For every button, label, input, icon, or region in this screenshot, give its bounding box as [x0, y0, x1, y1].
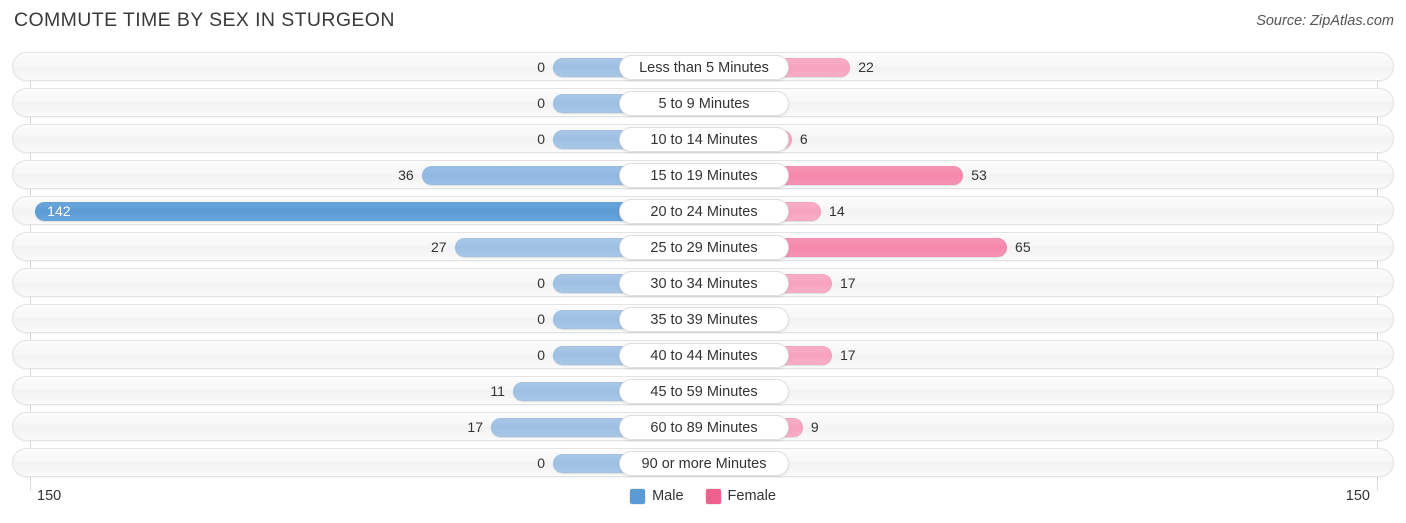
bar-value-female: 22 [858, 59, 874, 75]
bar-row[interactable]: 36 53 15 to 19 Minutes [12, 160, 1394, 189]
category-label: 25 to 29 Minutes [619, 235, 789, 260]
bar-value-female: 9 [810, 419, 819, 435]
bar-layer: 0 22 Less than 5 Minutes [13, 53, 1395, 82]
category-label: 35 to 39 Minutes [619, 307, 789, 332]
bar-value-male: 0 [537, 347, 545, 363]
bar-value-female: 6 [799, 131, 808, 147]
bar-layer: 36 53 15 to 19 Minutes [13, 161, 1395, 190]
category-label: 20 to 24 Minutes [619, 199, 789, 224]
bar-value-female: 65 [1015, 239, 1031, 255]
bar-row[interactable]: 11045 to 59 Minutes [12, 376, 1394, 405]
bar-value-female: 14 [829, 203, 845, 219]
bar-value-male: 0 [537, 95, 545, 111]
bar-row[interactable]: 17 9 60 to 89 Minutes [12, 412, 1394, 441]
bar-value-male: 0 [537, 59, 545, 75]
category-label: 10 to 14 Minutes [619, 127, 789, 152]
bar-male[interactable] [35, 202, 704, 221]
bar-row[interactable]: 0 17 40 to 44 Minutes [12, 340, 1394, 369]
bar-value-male: 36 [398, 167, 414, 183]
bar-value-female: 17 [839, 275, 856, 291]
bar-layer: 142 14 20 to 24 Minutes [13, 197, 1395, 226]
bar-layer: 0090 or more Minutes [13, 449, 1395, 478]
bar-value-male: 142 [47, 203, 71, 219]
bar-value-male: 27 [430, 239, 447, 255]
bar-layer: 0 6 10 to 14 Minutes [13, 125, 1395, 154]
bar-row[interactable]: 0 22 Less than 5 Minutes [12, 52, 1394, 81]
category-label: 40 to 44 Minutes [619, 343, 789, 368]
page-title: COMMUTE TIME BY SEX IN STURGEON [14, 9, 395, 31]
bar-row[interactable]: 27 65 25 to 29 Minutes [12, 232, 1394, 261]
legend-swatch-male-icon [630, 488, 646, 504]
category-label: 5 to 9 Minutes [619, 91, 789, 116]
category-label: 30 to 34 Minutes [619, 271, 789, 296]
bar-layer: 27 65 25 to 29 Minutes [13, 233, 1395, 262]
bar-value-male: 11 [490, 383, 505, 399]
chart-container: COMMUTE TIME BY SEX IN STURGEON Source: … [0, 0, 1406, 523]
bar-value-male: 17 [467, 419, 483, 435]
bar-value-male: 0 [537, 455, 545, 471]
legend: Male Female [0, 488, 1406, 504]
category-label: 45 to 59 Minutes [619, 379, 789, 404]
legend-label-male: Male [652, 488, 684, 504]
bar-row-list: 0 22 Less than 5 Minutes 0 0 5 to 9 Minutes 0 6… [12, 52, 1394, 484]
category-label: Less than 5 Minutes [619, 55, 789, 80]
category-label: 90 or more Minutes [619, 451, 789, 476]
bar-row[interactable]: 0 6 10 to 14 Minutes [12, 124, 1394, 153]
bar-row[interactable]: 0 17 30 to 34 Minutes [12, 268, 1394, 297]
bar-row[interactable]: 0090 or more Minutes [12, 448, 1394, 477]
bar-row[interactable]: 142 14 20 to 24 Minutes [12, 196, 1394, 225]
legend-label-female: Female [727, 488, 776, 504]
bar-value-male: 0 [537, 311, 545, 327]
legend-item-male[interactable]: Male [630, 488, 684, 504]
bar-layer: 005 to 9 Minutes [13, 89, 1395, 118]
bar-layer: 0 17 40 to 44 Minutes [13, 341, 1395, 370]
source-attribution: Source: ZipAtlas.com [1256, 13, 1394, 29]
category-label: 15 to 19 Minutes [619, 163, 789, 188]
plot-area: 0 22 Less than 5 Minutes 0 0 5 to 9 Minutes 0 6… [12, 52, 1394, 490]
bar-layer: 0035 to 39 Minutes [13, 305, 1395, 334]
bar-layer: 17 9 60 to 89 Minutes [13, 413, 1395, 442]
bar-value-female: 17 [839, 347, 856, 363]
category-label: 60 to 89 Minutes [619, 415, 789, 440]
legend-swatch-female-icon [705, 488, 721, 504]
bar-layer: 0 17 30 to 34 Minutes [13, 269, 1395, 298]
bar-row[interactable]: 005 to 9 Minutes [12, 88, 1394, 117]
bar-layer: 11045 to 59 Minutes [13, 377, 1395, 406]
bar-value-male: 0 [537, 275, 545, 291]
bar-value-male: 0 [537, 131, 545, 147]
legend-item-female[interactable]: Female [705, 488, 776, 504]
bar-row[interactable]: 0035 to 39 Minutes [12, 304, 1394, 333]
bar-value-female: 53 [971, 167, 987, 183]
